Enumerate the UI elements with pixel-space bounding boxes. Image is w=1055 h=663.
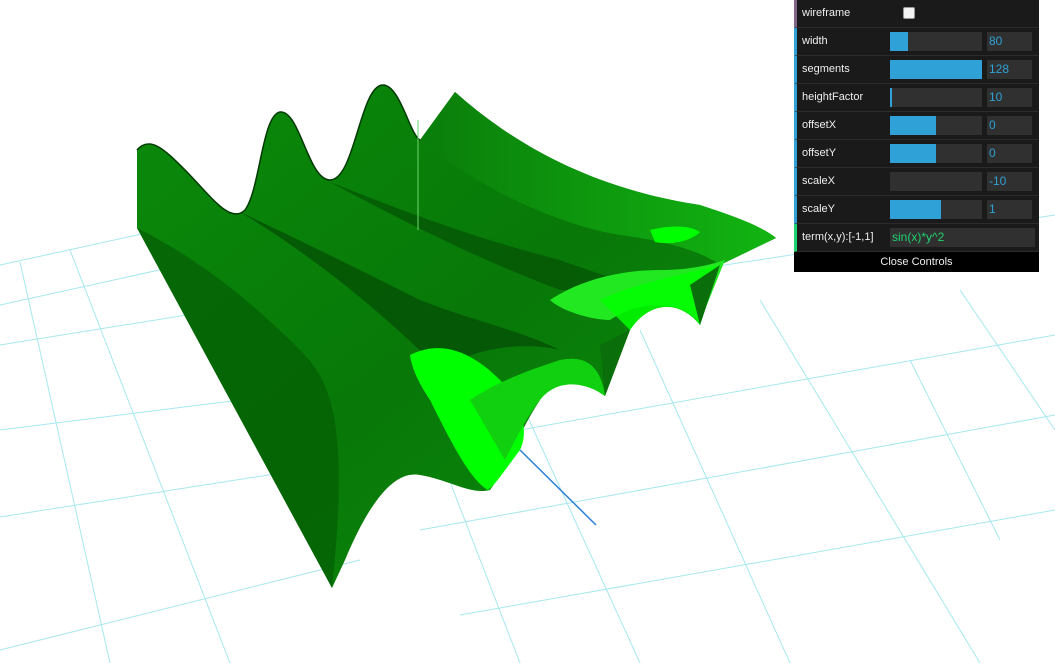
wireframe-label: wireframe <box>802 7 851 19</box>
controls-panel: wireframe width 80 segments 128 heightFactor… <box>794 0 1039 272</box>
close-controls-button[interactable]: Close Controls <box>794 252 1039 272</box>
scaleX-label: scaleX <box>802 175 836 187</box>
heightFactor-input[interactable]: 10 <box>987 88 1032 107</box>
control-row-scaleX: scaleX -10 <box>794 168 1039 196</box>
control-row-segments: segments 128 <box>794 56 1039 84</box>
scaleY-slider-fill <box>890 200 941 219</box>
segments-input[interactable]: 128 <box>987 60 1032 79</box>
control-row-heightFactor: heightFactor 10 <box>794 84 1039 112</box>
offsetY-input[interactable]: 0 <box>987 144 1032 163</box>
control-row-scaleY: scaleY 1 <box>794 196 1039 224</box>
control-row-offsetY: offsetY 0 <box>794 140 1039 168</box>
heightFactor-slider[interactable] <box>890 88 982 107</box>
scaleY-input[interactable]: 1 <box>987 200 1032 219</box>
term-label: term(x,y):[-1,1] <box>802 231 874 243</box>
wireframe-checkbox[interactable] <box>903 7 915 19</box>
wireframe-row[interactable]: wireframe <box>794 0 1039 28</box>
width-label: width <box>802 35 828 47</box>
term-row: term(x,y):[-1,1] sin(x)*y^2 <box>794 224 1039 252</box>
width-slider[interactable] <box>890 32 982 51</box>
offsetY-label: offsetY <box>802 147 837 159</box>
offsetY-slider[interactable] <box>890 144 982 163</box>
offsetY-slider-fill <box>890 144 936 163</box>
scaleY-slider[interactable] <box>890 200 982 219</box>
offsetX-label: offsetX <box>802 119 837 131</box>
control-row-offsetX: offsetX 0 <box>794 112 1039 140</box>
scaleX-input[interactable]: -10 <box>987 172 1032 191</box>
scaleX-slider[interactable] <box>890 172 982 191</box>
term-input[interactable]: sin(x)*y^2 <box>890 228 1035 247</box>
surface-mesh[interactable] <box>136 84 776 588</box>
z-axis-line <box>519 449 597 526</box>
segments-label: segments <box>802 63 850 75</box>
width-input[interactable]: 80 <box>987 32 1032 51</box>
scaleY-label: scaleY <box>802 203 836 215</box>
offsetX-slider[interactable] <box>890 116 982 135</box>
offsetX-input[interactable]: 0 <box>987 116 1032 135</box>
heightFactor-label: heightFactor <box>802 91 864 103</box>
heightFactor-slider-fill <box>890 88 892 107</box>
control-row-width: width 80 <box>794 28 1039 56</box>
offsetX-slider-fill <box>890 116 936 135</box>
width-slider-fill <box>890 32 909 51</box>
segments-slider-fill <box>890 60 982 79</box>
segments-slider[interactable] <box>890 60 982 79</box>
